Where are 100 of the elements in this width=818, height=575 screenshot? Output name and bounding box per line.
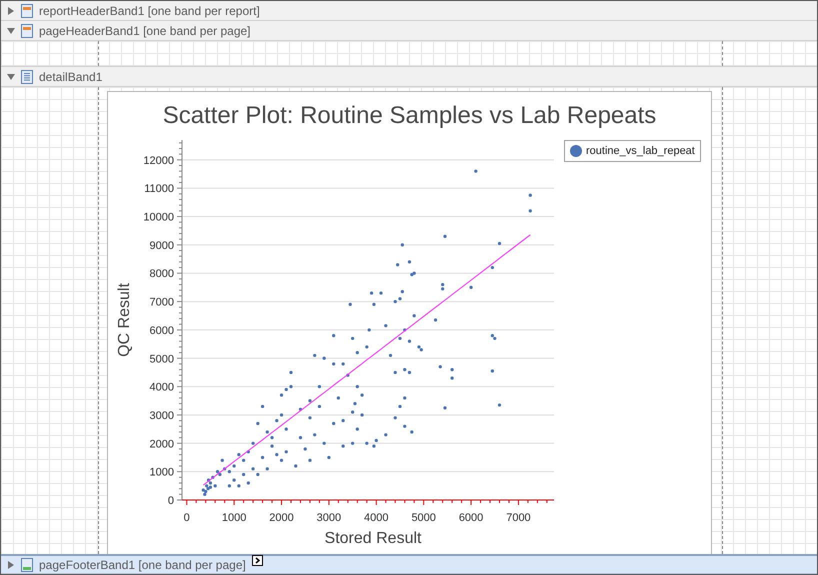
expand-icon[interactable]: [7, 6, 15, 14]
data-point: [284, 450, 288, 454]
band-header[interactable]: pageFooterBand1 [one band per page]: [1, 554, 817, 574]
data-point: [298, 436, 302, 440]
x-tick-label: 7000: [506, 512, 531, 524]
y-tick-label: 8000: [150, 268, 174, 280]
data-point: [327, 456, 330, 460]
data-point: [450, 376, 454, 380]
band-icon: [21, 70, 33, 84]
data-point: [284, 428, 288, 431]
band-icon: [21, 4, 33, 18]
data-point: [260, 404, 264, 408]
band-icon: [21, 24, 33, 38]
data-point: [490, 369, 494, 373]
band-label: pageHeaderBand1 [one band per page]: [39, 22, 251, 40]
data-point: [384, 433, 388, 436]
data-point: [304, 447, 307, 451]
data-point: [394, 370, 397, 374]
data-point: [251, 467, 255, 470]
data-point: [434, 318, 438, 322]
data-point: [318, 385, 322, 388]
data-point: [410, 430, 414, 434]
chart-title: Scatter Plot: Routine Samples vs Lab Repeats: [162, 101, 658, 131]
smart-tag-button[interactable]: [252, 555, 263, 566]
data-point: [403, 424, 406, 428]
data-point: [398, 336, 402, 340]
x-tick-label: 2000: [269, 512, 294, 524]
y-tick-label: 10000: [143, 212, 174, 224]
data-point: [498, 242, 502, 246]
expand-icon[interactable]: [7, 560, 15, 568]
y-tick-label: 7000: [150, 296, 174, 309]
band-header[interactable]: reportHeaderBand1 [one band per report]: [1, 1, 817, 21]
band-header[interactable]: pageHeaderBand1 [one band per page]: [1, 21, 817, 41]
data-point: [368, 328, 371, 332]
data-point: [308, 458, 312, 462]
data-point: [275, 419, 278, 422]
data-point: [232, 478, 236, 482]
collapse-icon[interactable]: [7, 26, 15, 34]
data-point: [336, 396, 340, 400]
data-point: [528, 194, 532, 197]
data-point: [351, 442, 354, 445]
data-point: [270, 436, 274, 440]
data-point: [242, 472, 246, 476]
data-point: [403, 396, 406, 400]
data-point: [400, 243, 404, 246]
y-tick-label: 2000: [150, 438, 174, 450]
data-point: [298, 408, 302, 411]
data-point: [370, 291, 374, 295]
y-tick-label: 0: [168, 495, 174, 507]
data-point: [275, 453, 278, 456]
y-tick-label: 4000: [150, 382, 174, 394]
data-point: [237, 484, 240, 488]
data-point: [342, 419, 345, 422]
data-point: [232, 464, 236, 468]
y-tick-label: 12000: [143, 154, 174, 167]
data-point: [450, 368, 454, 372]
data-point: [308, 399, 312, 402]
x-tick-label: 3000: [316, 512, 342, 524]
data-point: [353, 402, 357, 406]
collapse-icon[interactable]: [7, 72, 15, 80]
data-point: [332, 362, 336, 366]
data-point: [270, 444, 274, 448]
x-tick-label: 5000: [411, 512, 436, 524]
data-point: [356, 428, 359, 431]
data-point: [313, 433, 316, 436]
data-point: [322, 356, 326, 360]
band-icon: [21, 558, 33, 572]
data-point: [396, 263, 400, 266]
data-point: [332, 422, 336, 426]
data-point: [266, 467, 269, 470]
data-point: [365, 442, 368, 445]
y-axis-title: QC Result: [116, 283, 133, 357]
data-point: [342, 444, 345, 448]
data-point: [356, 351, 359, 354]
data-point: [356, 385, 359, 388]
data-point: [246, 481, 250, 485]
data-point: [469, 286, 473, 289]
band-header[interactable]: detailBand1: [1, 67, 817, 87]
y-tick-label: 9000: [150, 240, 174, 252]
y-tick-label: 11000: [144, 183, 174, 196]
data-point: [408, 260, 412, 264]
data-point: [256, 472, 260, 476]
data-point: [242, 458, 246, 462]
data-point: [398, 404, 402, 408]
data-point: [289, 370, 293, 374]
y-tick-label: 6000: [150, 324, 174, 337]
x-tick-label: 6000: [458, 512, 484, 524]
data-point: [372, 302, 376, 306]
data-point: [256, 422, 260, 426]
data-point: [400, 290, 404, 294]
data-point: [342, 362, 345, 366]
x-tick-label: 4000: [364, 512, 389, 524]
data-point: [280, 394, 284, 397]
y-tick-label: 3000: [150, 410, 174, 422]
data-point: [220, 458, 224, 462]
data-point: [379, 291, 383, 295]
data-point: [280, 458, 284, 462]
chevron-icon: [254, 557, 260, 564]
data-point: [237, 453, 240, 456]
data-point: [528, 209, 532, 212]
